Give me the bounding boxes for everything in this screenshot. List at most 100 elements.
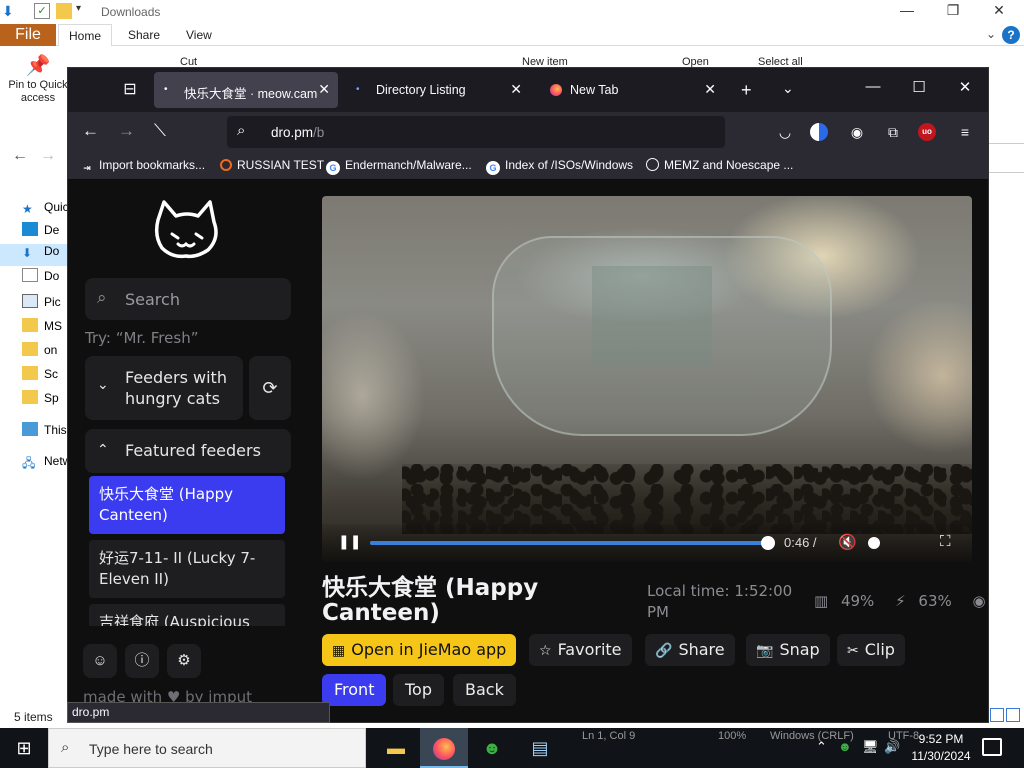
explorer-maximize-button[interactable]: ❐	[938, 2, 968, 19]
properties-icon[interactable]: ✓	[34, 3, 50, 19]
tab-close-icon[interactable]: ✕	[704, 81, 716, 98]
share-button[interactable]: 🔗 Share	[645, 634, 735, 666]
sidebar-item-folder-3[interactable]: Sc	[22, 366, 68, 388]
sidebar-item-downloads[interactable]: ⬇ Do	[0, 244, 68, 266]
firefox-view-icon[interactable]: ⊟	[120, 80, 140, 100]
view-toggle[interactable]	[988, 706, 1024, 726]
tab-close-icon[interactable]: ✕	[318, 81, 330, 98]
feeder-item-auspicious[interactable]: 吉祥食府 (Auspicious	[89, 604, 285, 626]
firefox-close-button[interactable]: ✕	[954, 78, 976, 96]
ublock-origin-icon[interactable]: uo	[918, 123, 936, 141]
ribbon-tab-file[interactable]: File	[0, 24, 56, 46]
muted-speaker-icon[interactable]: 🔇	[838, 533, 857, 551]
forward-arrow-icon[interactable]: →	[118, 121, 135, 141]
tab-meow-camera[interactable]: • 快乐大食堂 · meow.camera ✕	[154, 72, 338, 108]
tab-close-icon[interactable]: ✕	[510, 81, 522, 98]
view-front-button[interactable]: Front	[322, 674, 387, 706]
camera-video[interactable]: ❚❚ 0:46 / 🔇 ⛶	[322, 196, 972, 562]
search-input[interactable]	[125, 287, 285, 311]
feeder-search[interactable]: ⌕	[85, 278, 291, 320]
favorite-button[interactable]: ☆ Favorite	[529, 634, 632, 666]
progress-bar[interactable]	[370, 536, 775, 550]
feeder-item-happy-canteen[interactable]: 快乐大食堂 (Happy Canteen)	[89, 476, 285, 534]
details-view-icon[interactable]	[990, 707, 1004, 722]
bookmark-russian-test[interactable]: RUSSIAN TEST	[220, 158, 324, 172]
firefox-maximize-button[interactable]: ☐	[908, 78, 930, 96]
pocket-icon[interactable]: ◡	[774, 121, 796, 143]
volume-tray-icon[interactable]: 🔊	[884, 739, 900, 755]
clip-button[interactable]: ✂ Clip	[837, 634, 905, 666]
stop-loading-icon[interactable]: ⟍	[154, 121, 166, 141]
settings-button[interactable]: ⚙	[167, 644, 201, 678]
notification-center-icon[interactable]	[982, 738, 1002, 756]
open-in-jiemao-button[interactable]: ▦ Open in JieMao app	[322, 634, 517, 666]
desktop-icon	[22, 222, 38, 236]
firefox-minimize-button[interactable]: —	[862, 78, 884, 95]
group-toggle-hungry-cats[interactable]: ⌄ Feeders with hungry cats	[85, 356, 243, 420]
people-tray-icon[interactable]: ☻	[838, 739, 852, 754]
sidebar-item-desktop[interactable]: De	[22, 222, 68, 244]
firefox-taskbar-icon[interactable]	[420, 728, 468, 768]
menu-hamburger-icon[interactable]: ≡	[954, 121, 976, 143]
pin-quick-access-button[interactable]: 📌 Pin to Quick access	[6, 56, 70, 105]
list-all-tabs-chevron-icon[interactable]: ⌄	[782, 80, 794, 97]
sidebar-item-network[interactable]: 🖧 Netw	[22, 454, 68, 476]
progress-knob[interactable]	[761, 536, 775, 550]
refresh-icon: ⟳	[262, 378, 278, 398]
network-tray-icon[interactable]: 🖥	[862, 739, 879, 755]
sidebar-item-pictures[interactable]: Pic	[22, 294, 68, 316]
info-button[interactable]: ⓘ	[125, 644, 159, 678]
sidebar-item-this-pc[interactable]: This	[22, 422, 68, 444]
bookmark-memz[interactable]: MEMZ and Noescape ...	[646, 158, 793, 172]
extensions-puzzle-icon[interactable]: ⧉	[882, 121, 904, 143]
bookmark-endermanch[interactable]: G Endermanch/Malware...	[326, 158, 472, 175]
discord-button[interactable]: ☺	[83, 644, 117, 678]
search-icon: ⌕	[61, 739, 70, 756]
account-icon[interactable]: ◉	[846, 121, 868, 143]
taskbar-search[interactable]: ⌕ Type here to search	[48, 728, 366, 768]
new-tab-plus-icon[interactable]: +	[741, 80, 752, 101]
system-clock[interactable]: 9:52 PM 11/30/2024	[906, 731, 976, 765]
fullscreen-icon[interactable]: ⛶	[940, 533, 951, 550]
sidebar-item-quick-access[interactable]: ★ Quic	[22, 200, 68, 222]
explorer-minimize-button[interactable]: —	[892, 2, 922, 18]
ribbon-tab-share[interactable]: Share	[118, 24, 170, 46]
feeder-item-lucky-7-eleven[interactable]: 好运7-11- II (Lucky 7-Eleven II)	[89, 540, 285, 598]
customize-qat-icon[interactable]: ▾	[76, 3, 92, 19]
file-explorer-taskbar-icon[interactable]: ▬	[372, 728, 420, 768]
view-back-button[interactable]: Back	[453, 674, 516, 706]
windows-start-icon[interactable]: ⊞	[0, 728, 48, 768]
group-toggle-featured[interactable]: ⌃ Featured feeders	[85, 429, 291, 473]
eye-icon: ◉	[972, 592, 986, 610]
bookmark-import[interactable]: ⇥ Import bookmarks...	[80, 158, 205, 175]
ribbon-expand-icon[interactable]: ⌄	[986, 27, 996, 41]
notepad-taskbar-icon[interactable]: ▤	[516, 728, 564, 768]
tab-new-tab[interactable]: New Tab ✕	[540, 72, 724, 108]
explorer-search-box[interactable]	[988, 143, 1024, 173]
forward-arrow-icon[interactable]: →	[40, 147, 56, 165]
sidebar-item-folder-2[interactable]: on	[22, 342, 68, 364]
back-arrow-icon[interactable]: ←	[12, 147, 28, 165]
sidebar-item-folder-1[interactable]: MS	[22, 318, 68, 340]
sidebar-item-documents[interactable]: Do	[22, 268, 68, 290]
view-top-button[interactable]: Top	[393, 674, 444, 706]
large-icons-view-icon[interactable]	[1006, 707, 1020, 722]
refresh-button[interactable]: ⟳	[249, 356, 291, 420]
pause-icon[interactable]: ❚❚	[338, 533, 361, 550]
explorer-close-button[interactable]: ✕	[984, 2, 1014, 19]
url-text[interactable]: dro.pm/b	[271, 125, 324, 140]
new-folder-icon[interactable]	[56, 3, 72, 19]
volume-knob[interactable]	[868, 537, 880, 549]
snap-button[interactable]: 📷 Snap	[746, 634, 830, 666]
back-arrow-icon[interactable]: ←	[82, 121, 99, 141]
chevron-up-icon[interactable]: ⌃	[816, 739, 827, 755]
help-icon[interactable]: ?	[1002, 26, 1020, 44]
ribbon-tab-home[interactable]: Home	[58, 24, 113, 46]
tab-directory-listing[interactable]: • Directory Listing ✕	[346, 72, 530, 108]
ribbon-tab-view[interactable]: View	[176, 24, 222, 46]
sidebar-item-folder-4[interactable]: Sp	[22, 390, 68, 412]
bookmark-isos-windows[interactable]: G Index of /ISOs/Windows	[486, 158, 633, 175]
address-bar[interactable]: ⌕ dro.pm/b	[227, 116, 725, 148]
vpn-icon[interactable]	[810, 123, 828, 141]
people-app-taskbar-icon[interactable]: ☻	[468, 728, 516, 768]
